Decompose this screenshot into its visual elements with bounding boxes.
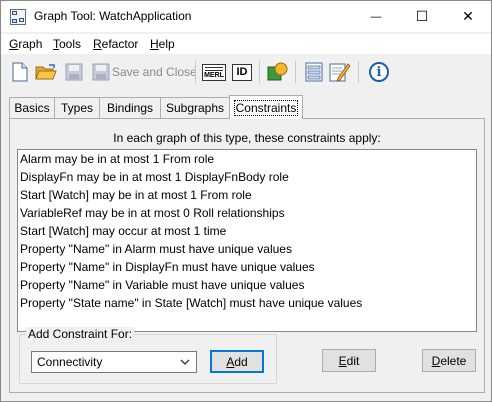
title-bar: Graph Tool: WatchApplication — ☐ ✕ [1, 1, 491, 32]
edit-button-accel: E [338, 353, 347, 368]
merl-button[interactable]: MERL [201, 60, 227, 84]
merl-badge-text: MERL [204, 71, 224, 79]
menu-graph-label: raph [18, 37, 43, 51]
edit-button-label: dit [346, 353, 360, 368]
info-button[interactable]: i [367, 60, 391, 84]
menu-bar: Graph Tools Refactor Help [1, 34, 491, 54]
menu-refactor[interactable]: Refactor [93, 37, 138, 51]
save-and-close-icon-button[interactable] [89, 60, 113, 84]
close-icon: ✕ [462, 8, 474, 24]
maximize-button[interactable]: ☐ [399, 1, 445, 32]
add-button-label: dd [234, 354, 248, 369]
tab-subgraphs[interactable]: Subgraphs [160, 97, 230, 118]
graph-tool-window: Graph Tool: WatchApplication — ☐ ✕ Graph… [0, 0, 492, 402]
save-disk-icon [65, 63, 83, 81]
add-constraint-group-label: Add Constraint For: [26, 327, 135, 341]
delete-constraint-button[interactable]: Delete [422, 349, 476, 372]
menu-tools-label: ools [59, 37, 82, 51]
menu-refactor-label: efactor [101, 37, 139, 51]
edit-text-button[interactable] [328, 60, 352, 84]
info-icon: i [369, 62, 389, 82]
toolbar-separator [295, 61, 296, 83]
form-document-icon [305, 62, 323, 82]
id-button[interactable]: ID [230, 60, 254, 84]
list-item[interactable]: Property "Name" in DisplayFn must have u… [18, 258, 476, 276]
constraints-heading: In each graph of this type, these constr… [113, 131, 381, 145]
pencil-edit-icon [329, 63, 351, 82]
new-file-button[interactable] [8, 60, 32, 84]
tab-bindings-label: Bindings [106, 101, 154, 115]
toolbar-separator [195, 61, 196, 83]
app-graph-icon [10, 9, 26, 25]
minimize-icon: — [370, 10, 382, 23]
info-glyph: i [376, 64, 382, 80]
window-title: Graph Tool: WatchApplication [34, 9, 192, 23]
constraints-list[interactable]: Alarm may be in at most 1 From role Disp… [17, 149, 477, 332]
save-close-disk-icon [92, 63, 110, 81]
list-item[interactable]: Property "Name" in Variable must have un… [18, 276, 476, 294]
toolbar: Save and Close MERL ID i [1, 56, 491, 88]
list-item[interactable]: Alarm may be in at most 1 From role [18, 150, 476, 168]
chevron-down-icon [180, 359, 190, 365]
add-button-accel: A [226, 354, 235, 369]
menu-tools[interactable]: Tools [53, 37, 81, 51]
constraints-panel: In each graph of this type, these constr… [9, 118, 485, 393]
menu-graph-accel: G [9, 37, 19, 51]
add-constraint-group: Add Constraint For: Connectivity Add [19, 327, 277, 384]
open-folder-icon [35, 64, 57, 80]
toolbar-separator [358, 61, 359, 83]
save-and-close-label: Save and Close [112, 65, 197, 79]
list-item[interactable]: Start [Watch] may be in at most 1 From r… [18, 186, 476, 204]
menu-graph[interactable]: Graph [9, 37, 42, 51]
list-item[interactable]: Property "State name" in State [Watch] m… [18, 294, 476, 312]
id-badge-text: ID [236, 66, 248, 78]
id-card-icon: ID [232, 63, 252, 81]
delete-button-accel: D [431, 353, 441, 368]
tab-bindings[interactable]: Bindings [99, 97, 161, 118]
menu-refactor-accel: R [93, 37, 102, 51]
menu-help-accel: H [150, 37, 159, 51]
new-file-icon [12, 62, 28, 82]
save-button[interactable] [62, 60, 86, 84]
form-editor-button[interactable] [302, 60, 326, 84]
constraint-type-value: Connectivity [37, 355, 103, 369]
delete-button-label: elete [440, 353, 467, 368]
add-constraint-button[interactable]: Add [210, 350, 264, 373]
list-item[interactable]: Start [Watch] may occur at most 1 time [18, 222, 476, 240]
symbol-shapes-icon [267, 62, 288, 81]
constraint-type-select[interactable]: Connectivity [31, 351, 197, 373]
tab-basics-label: Basics [14, 101, 50, 115]
tab-subgraphs-label: Subgraphs [165, 101, 225, 115]
list-item[interactable]: Property "Name" in Alarm must have uniqu… [18, 240, 476, 258]
save-and-close-button[interactable]: Save and Close [112, 60, 197, 84]
tab-constraints[interactable]: Constraints [229, 95, 303, 119]
tab-constraints-label: Constraints [233, 99, 299, 116]
list-item[interactable]: DisplayFn may be in at most 1 DisplayFnB… [18, 168, 476, 186]
open-folder-button[interactable] [34, 60, 58, 84]
close-window-button[interactable]: ✕ [445, 1, 491, 32]
merl-icon: MERL [202, 63, 226, 81]
tab-basics[interactable]: Basics [9, 97, 55, 118]
minimize-button[interactable]: — [353, 1, 399, 32]
menu-help-label: elp [158, 37, 175, 51]
maximize-icon: ☐ [415, 8, 429, 24]
symbol-editor-button[interactable] [266, 60, 290, 84]
tab-types-label: Types [60, 101, 93, 115]
menu-help[interactable]: Help [150, 37, 175, 51]
toolbar-separator [259, 61, 260, 83]
list-item[interactable]: VariableRef may be in at most 0 Roll rel… [18, 204, 476, 222]
edit-constraint-button[interactable]: Edit [322, 349, 376, 372]
tab-types[interactable]: Types [54, 97, 100, 118]
